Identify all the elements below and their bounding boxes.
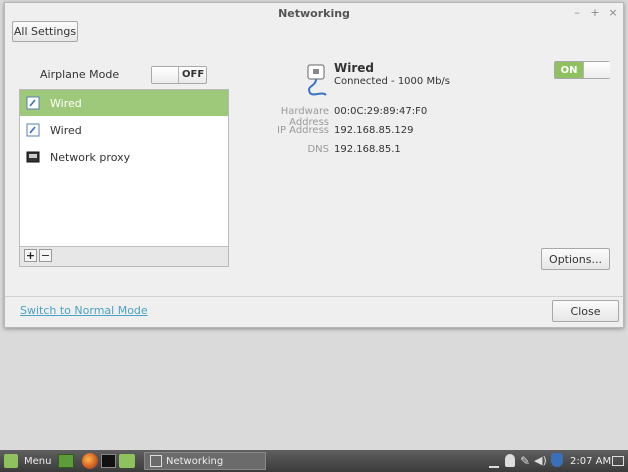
toggle-knob [583,62,610,78]
taskbar: Menu Networking ✎ ◀) 2:07 AM [0,450,628,472]
minimize-button[interactable]: – [571,6,583,19]
connection-item-label: Network proxy [50,150,131,164]
taskbar-networking-task[interactable]: Networking [144,452,266,470]
ip-address-label: IP Address [277,125,329,136]
connection-item-label: Wired [50,96,82,110]
user-icon[interactable] [505,454,515,467]
close-window-button[interactable]: × [607,6,619,19]
window-title: Networking [278,7,350,20]
close-button[interactable]: Close [552,300,619,322]
connection-item-label: Wired [50,123,82,137]
files-icon[interactable] [119,454,135,468]
show-desktop-icon[interactable] [58,454,74,468]
connection-item-network-proxy[interactable]: Network proxy [20,144,228,170]
maximize-button[interactable]: + [589,6,601,19]
mint-logo-icon [4,454,18,468]
wired-icon [26,123,40,137]
proxy-icon [26,150,40,164]
connection-item-wired-2[interactable]: Wired [20,117,228,143]
keyboard-icon[interactable] [489,456,499,468]
menu-button[interactable]: Menu [4,450,51,472]
toggle-knob [152,67,179,83]
menu-label: Menu [24,455,52,467]
dns-label: DNS [307,144,329,155]
terminal-icon[interactable] [101,454,116,468]
volume-icon[interactable]: ◀) [534,454,547,467]
options-button[interactable]: Options... [541,248,610,270]
clock[interactable]: 2:07 AM [570,450,611,472]
wired-on-toggle[interactable]: ON [554,61,610,79]
network-icon[interactable]: ✎ [520,454,530,468]
airplane-mode-toggle[interactable]: OFF [151,66,207,84]
toggle-on-state: ON [555,62,583,78]
shield-icon[interactable] [551,453,563,467]
title-bar[interactable]: Networking – + × [5,3,623,23]
notifications-icon[interactable] [612,456,624,466]
connection-list-toolbar: + − [20,246,228,266]
ip-address-value: 192.168.85.129 [334,125,414,136]
networking-task-icon [150,455,162,467]
connection-item-wired-1[interactable]: Wired [20,90,228,116]
wired-large-icon [304,63,330,97]
connection-name: Wired [334,61,374,75]
hardware-address-value: 00:0C:29:89:47:F0 [334,106,428,117]
airplane-toggle-state: OFF [182,69,205,80]
dns-value: 192.168.85.1 [334,144,401,155]
footer-divider [5,296,623,297]
connection-list: Wired Wired Network proxy + − [19,89,229,267]
connection-status: Connected - 1000 Mb/s [334,76,450,87]
clock-time: 2:07 AM [570,455,612,467]
remove-connection-button[interactable]: − [39,249,52,262]
task-label: Networking [166,455,224,467]
switch-mode-link[interactable]: Switch to Normal Mode [20,304,148,317]
wired-icon [26,96,40,110]
airplane-mode-label: Airplane Mode [40,68,120,81]
firefox-icon[interactable] [82,453,98,469]
networking-window: Networking – + × All Settings Airplane M… [4,2,624,328]
add-connection-button[interactable]: + [24,249,37,262]
all-settings-button[interactable]: All Settings [12,21,78,42]
